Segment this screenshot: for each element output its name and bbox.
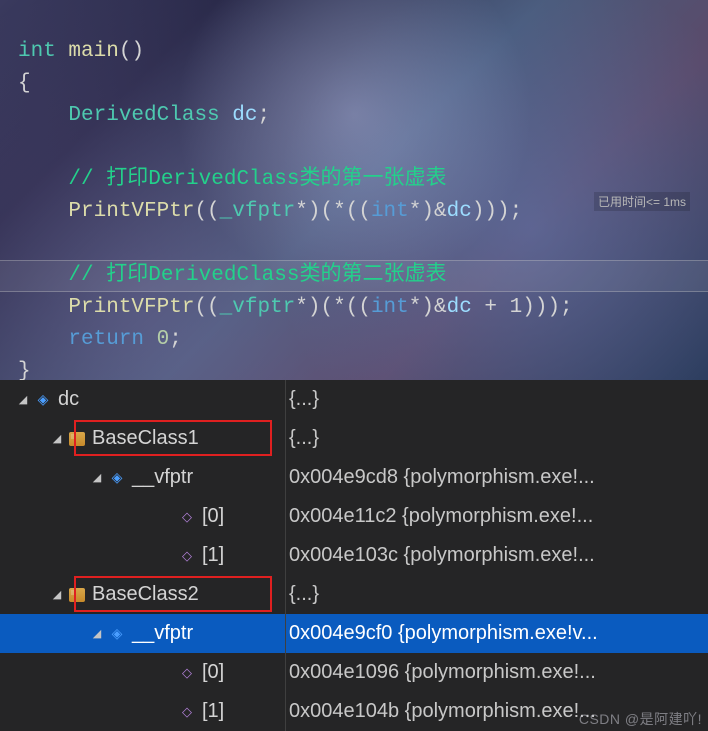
watch-panel[interactable]: ◢ ◈ dc {...} ◢ BaseClass1 {...} ◢ ◈ __vf… xyxy=(0,380,708,731)
semicolon: ; xyxy=(257,104,270,127)
object-icon: ◈ xyxy=(108,625,126,643)
brace-open: { xyxy=(18,72,31,95)
function-call: PrintVFPtr xyxy=(68,296,194,319)
variable: dc xyxy=(447,200,472,223)
field-icon: ◇ xyxy=(178,664,196,682)
watch-name: dc xyxy=(58,388,79,411)
watch-name: [1] xyxy=(202,544,224,567)
offset: + 1 xyxy=(472,296,522,319)
watch-name: [1] xyxy=(202,700,224,723)
type-keyword: int xyxy=(18,40,56,63)
watermark-text: CSDN @是阿建吖! xyxy=(579,709,702,729)
watch-row-dc[interactable]: ◢ ◈ dc {...} xyxy=(0,380,708,419)
watch-row-baseclass2[interactable]: ◢ BaseClass2 {...} xyxy=(0,575,708,614)
watch-name: __vfptr xyxy=(132,622,193,645)
class-icon xyxy=(68,586,86,604)
watch-name: BaseClass1 xyxy=(92,427,199,450)
watch-row-array-item[interactable]: ▪ ◇ [1] 0x004e103c {polymorphism.exe!... xyxy=(0,536,708,575)
column-divider[interactable] xyxy=(285,380,286,731)
brace-close: } xyxy=(18,360,31,380)
watch-name: BaseClass2 xyxy=(92,583,199,606)
watch-row-vfptr1[interactable]: ◢ ◈ __vfptr 0x004e9cd8 {polymorphism.exe… xyxy=(0,458,708,497)
expand-toggle[interactable]: ◢ xyxy=(90,471,104,485)
code-editor[interactable]: int main() { DerivedClass dc; // 打印Deriv… xyxy=(0,0,708,380)
expand-toggle[interactable]: ◢ xyxy=(90,627,104,641)
watch-value: 0x004e9cf0 {polymorphism.exe!v... xyxy=(285,622,708,645)
cast-type: _vfptr xyxy=(220,200,296,223)
field-icon: ◇ xyxy=(178,508,196,526)
number-literal: 0 xyxy=(157,328,170,351)
expand-toggle[interactable]: ◢ xyxy=(16,393,30,407)
watch-row-baseclass1[interactable]: ◢ BaseClass1 {...} xyxy=(0,419,708,458)
variable: dc xyxy=(232,104,257,127)
return-keyword: return xyxy=(68,328,144,351)
cast-type: _vfptr xyxy=(220,296,296,319)
expand-toggle[interactable]: ◢ xyxy=(50,588,64,602)
variable: dc xyxy=(447,296,472,319)
int-keyword: int xyxy=(371,296,409,319)
field-icon: ◇ xyxy=(178,703,196,721)
type-keyword: DerivedClass xyxy=(68,104,219,127)
code-content: int main() { DerivedClass dc; // 打印Deriv… xyxy=(0,0,708,380)
watch-name: [0] xyxy=(202,505,224,528)
class-icon xyxy=(68,430,86,448)
field-icon: ◇ xyxy=(178,547,196,565)
watch-row-vfptr2[interactable]: ◢ ◈ __vfptr 0x004e9cf0 {polymorphism.exe… xyxy=(0,614,708,653)
watch-value: 0x004e103c {polymorphism.exe!... xyxy=(285,544,708,567)
function-call: PrintVFPtr xyxy=(68,200,194,223)
watch-row-array-item[interactable]: ▪ ◇ [0] 0x004e11c2 {polymorphism.exe!... xyxy=(0,497,708,536)
watch-row-array-item[interactable]: ▪ ◇ [0] 0x004e1096 {polymorphism.exe!... xyxy=(0,653,708,692)
watch-value: {...} xyxy=(285,427,708,450)
comment-line: // 打印DerivedClass类的第二张虚表 xyxy=(68,264,446,287)
watch-value: 0x004e1096 {polymorphism.exe!... xyxy=(285,661,708,684)
execution-timing-badge: 已用时间<= 1ms xyxy=(594,192,690,211)
watch-value: {...} xyxy=(285,583,708,606)
watch-name: __vfptr xyxy=(132,466,193,489)
watch-value: 0x004e9cd8 {polymorphism.exe!... xyxy=(285,466,708,489)
int-keyword: int xyxy=(371,200,409,223)
function-name: main xyxy=(68,40,118,63)
watch-name: [0] xyxy=(202,661,224,684)
watch-value: {...} xyxy=(285,388,708,411)
object-icon: ◈ xyxy=(34,391,52,409)
parens: () xyxy=(119,40,144,63)
expand-toggle[interactable]: ◢ xyxy=(50,432,64,446)
watch-value: 0x004e11c2 {polymorphism.exe!... xyxy=(285,505,708,528)
comment-line: // 打印DerivedClass类的第一张虚表 xyxy=(68,168,446,191)
object-icon: ◈ xyxy=(108,469,126,487)
